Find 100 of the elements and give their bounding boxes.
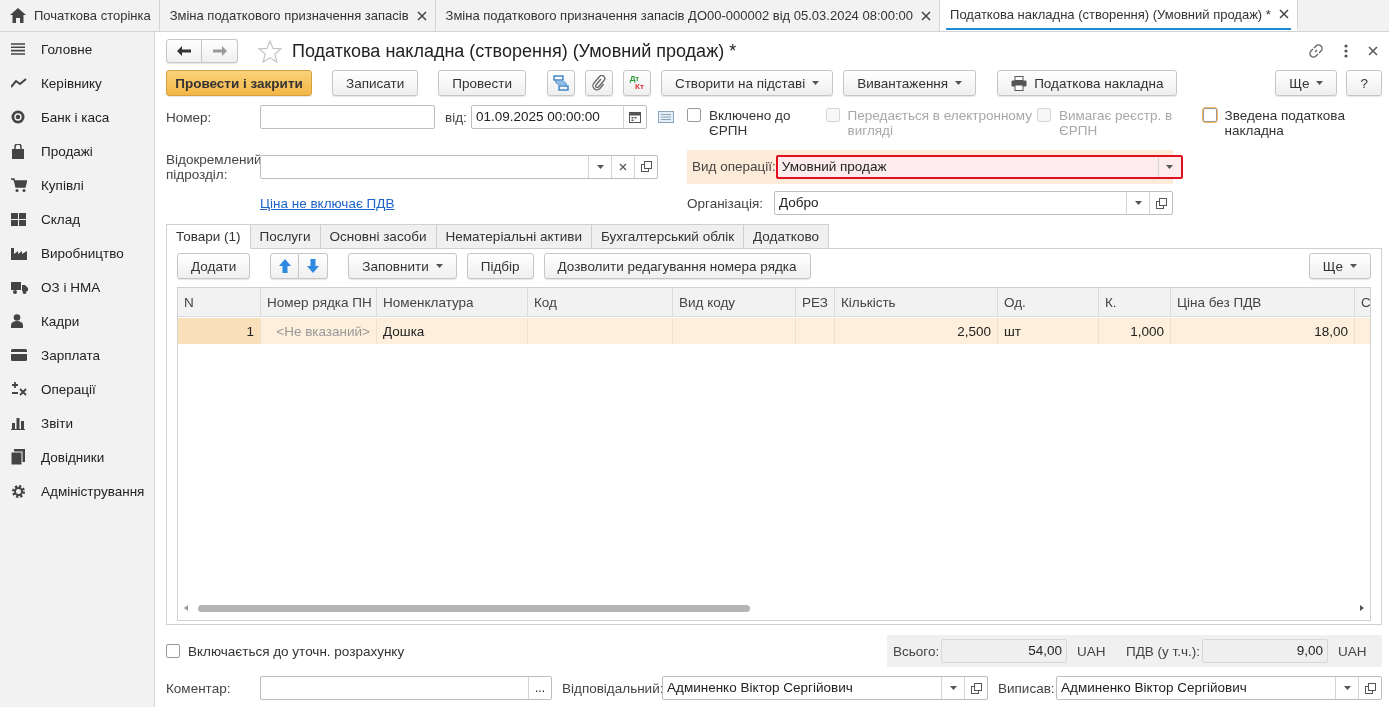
select-button[interactable]: ... <box>528 677 551 699</box>
field-label: Номер: <box>166 109 213 125</box>
move-up-button[interactable] <box>270 253 300 279</box>
close-icon[interactable] <box>1278 9 1289 19</box>
field-label: Виписав: <box>998 680 1056 696</box>
price-link[interactable]: Ціна не включає ПДВ <box>260 195 395 211</box>
caret-icon <box>596 164 604 169</box>
checkbox-label: Включається до уточн. розрахунку <box>188 643 405 659</box>
dropdown-button[interactable]: Заповнити <box>348 253 457 279</box>
sidebar-item[interactable]: Головне <box>0 32 154 66</box>
column-header[interactable]: Од. <box>998 288 1099 316</box>
issued-by-field[interactable]: Админенко Віктор Сергійович <box>1056 676 1382 700</box>
responsible-field[interactable]: Админенко Віктор Сергійович <box>662 676 988 700</box>
structure-button[interactable] <box>546 70 575 96</box>
sidebar-item[interactable]: Виробництво <box>0 236 154 270</box>
debit-credit-button[interactable]: Дт Кт <box>622 70 651 96</box>
tab[interactable]: Зміна податкового призначення запасів <box>159 0 436 31</box>
caret-icon <box>955 81 963 85</box>
tab[interactable]: Бухгалтерський облік <box>592 224 745 249</box>
column-header[interactable]: Вид коду <box>673 288 796 316</box>
table-row[interactable]: 1 <Не вказаний> Дошка 2,500 шт 1,000 18,00 <box>178 318 1370 344</box>
branch-field[interactable] <box>260 154 658 179</box>
sidebar-item[interactable]: Склад <box>0 202 154 236</box>
field-label: Організація: <box>687 195 765 211</box>
coin-icon <box>11 110 25 124</box>
close-icon[interactable] <box>921 10 932 21</box>
operation-field[interactable]: Умовний продаж <box>775 154 1183 179</box>
attach-button[interactable] <box>584 70 613 96</box>
close-icon[interactable] <box>416 10 427 21</box>
button[interactable]: Провести <box>438 70 526 96</box>
open-icon <box>1364 682 1376 694</box>
person-icon <box>11 314 23 328</box>
dropdown-button[interactable]: Ще <box>1275 70 1338 96</box>
dropdown-button[interactable]: Вивантаження <box>843 70 977 96</box>
sidebar-item[interactable]: Зарплата <box>0 338 154 372</box>
books-icon <box>11 449 25 465</box>
sidebar-item[interactable]: Продажі <box>0 134 154 168</box>
column-header[interactable]: Ціна без ПДВ <box>1171 288 1355 316</box>
sidebar-item[interactable]: ОЗ і НМА <box>0 270 154 304</box>
tab[interactable]: Товари (1) <box>166 224 251 249</box>
caret-icon <box>1350 264 1357 268</box>
more-icon[interactable] <box>1344 44 1348 58</box>
column-header[interactable]: N <box>178 288 261 316</box>
tab[interactable]: Додатково <box>744 224 829 249</box>
button[interactable]: Додати <box>177 253 251 279</box>
move-down-button[interactable] <box>299 253 329 279</box>
close-icon[interactable] <box>1368 46 1378 56</box>
sidebar-item[interactable]: Кадри <box>0 304 154 338</box>
grid-icon <box>11 212 26 226</box>
tab[interactable]: Податкова накладна (створення) (Умовний продаж) * <box>940 0 1298 31</box>
button[interactable]: Підбір <box>466 253 534 279</box>
column-header[interactable]: К. <box>1099 288 1171 316</box>
dropdown-button[interactable]: Ще <box>1308 253 1371 279</box>
printer-icon <box>1011 75 1028 91</box>
organization-field[interactable]: Добро <box>774 191 1173 215</box>
sidebar-item[interactable]: Операції <box>0 372 154 406</box>
back-button[interactable] <box>166 39 202 63</box>
number-field[interactable] <box>260 105 435 129</box>
document-icon[interactable] <box>658 111 674 123</box>
button[interactable]: ? <box>1346 70 1382 96</box>
tab[interactable]: Нематеріальні активи <box>436 224 592 249</box>
card-icon <box>11 349 27 361</box>
vat-field[interactable]: 9,00 <box>1202 639 1328 663</box>
comment-field[interactable]: ... <box>260 676 552 700</box>
button[interactable]: Записати <box>332 70 419 96</box>
tab[interactable]: Основні засоби <box>320 224 437 249</box>
sidebar-item[interactable]: Купівлі <box>0 168 154 202</box>
star-icon[interactable] <box>258 39 282 63</box>
sidebar-item[interactable]: Довідники <box>0 440 154 474</box>
total-field[interactable]: 54,00 <box>941 639 1067 663</box>
trend-icon <box>11 78 27 88</box>
sidebar-item[interactable]: Звіти <box>0 406 154 440</box>
paperclip-icon <box>591 75 606 91</box>
column-header[interactable]: РЕЗ <box>796 288 835 316</box>
print-button[interactable]: Податкова накладна <box>997 70 1178 96</box>
button[interactable]: Дозволити редагування номера рядка <box>543 253 811 279</box>
dropdown-button[interactable]: Створити на підставі <box>660 70 834 96</box>
link-icon[interactable] <box>1308 43 1324 59</box>
column-header[interactable]: Номер рядка ПН <box>261 288 377 316</box>
sidebar-item[interactable]: Керівнику <box>0 66 154 100</box>
open-icon <box>970 682 982 694</box>
field-label: Відповідальний: <box>562 680 662 696</box>
checkbox[interactable] <box>1202 108 1217 122</box>
column-header[interactable]: Код <box>528 288 673 316</box>
column-header[interactable]: С <box>1355 288 1370 316</box>
post-and-close-button[interactable]: Провести і закрити <box>166 70 312 96</box>
checkbox-label: Включено до ЄРПН <box>709 108 792 138</box>
sidebar-item[interactable]: Банк і каса <box>0 100 154 134</box>
arrow-left-icon <box>177 46 191 56</box>
caret-icon <box>812 81 820 85</box>
column-header[interactable]: Кількість <box>835 288 998 316</box>
field-label: Відокремлений підрозділ: <box>166 151 260 182</box>
date-field[interactable]: 01.09.2025 00:00:00 <box>471 105 647 129</box>
table-cell: Дошка <box>377 318 528 344</box>
tab[interactable]: Початкова сторінка <box>0 0 160 31</box>
checkbox[interactable] <box>687 108 701 122</box>
column-header[interactable]: Номенклатура <box>377 288 528 316</box>
clear-icon <box>619 162 627 171</box>
sidebar-item[interactable]: Адміністрування <box>0 474 154 508</box>
checkbox[interactable] <box>166 644 180 658</box>
